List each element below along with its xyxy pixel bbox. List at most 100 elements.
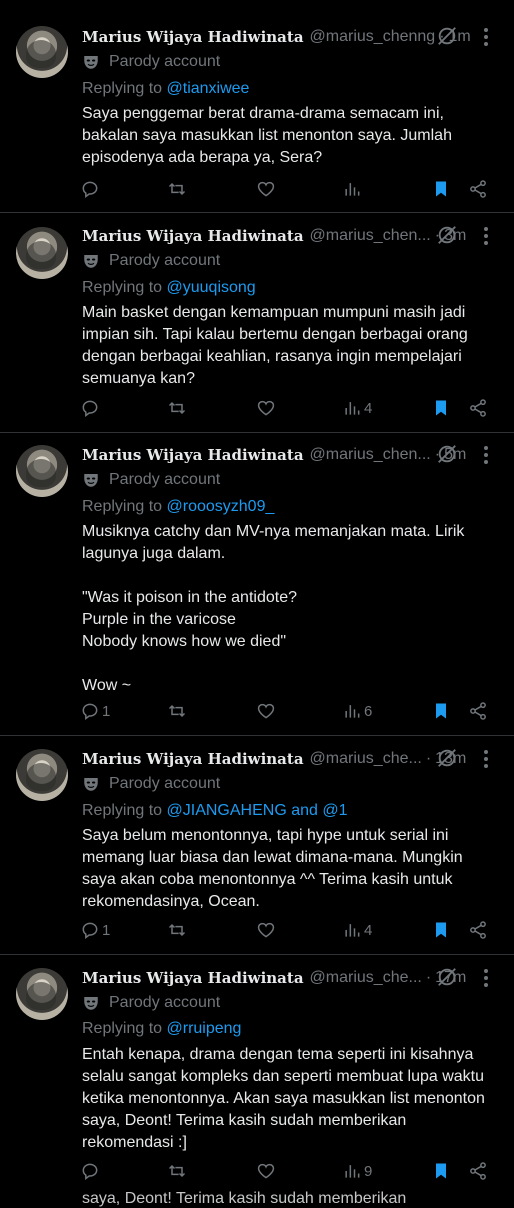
action-bar — [80, 177, 498, 201]
author-handle[interactable]: @marius_chenng — [310, 28, 436, 46]
share-button[interactable] — [468, 177, 488, 201]
tweet[interactable]: Marius Wijaya Hadiwinata @marius_che... … — [0, 736, 514, 955]
action-bar: 1 4 — [80, 918, 498, 942]
share-button[interactable] — [468, 1159, 488, 1183]
tweet[interactable]: Marius Wijaya Hadiwinata @marius_che... … — [0, 955, 514, 1200]
reply-button[interactable] — [80, 396, 102, 420]
grok-icon[interactable] — [436, 747, 458, 769]
share-button[interactable] — [468, 699, 488, 723]
retweet-button[interactable] — [167, 699, 187, 723]
author-name[interactable]: Marius Wijaya Hadiwinata — [82, 969, 304, 987]
tweet[interactable]: Marius Wijaya Hadiwinata @marius_chen...… — [0, 213, 514, 433]
views-icon — [345, 1165, 360, 1178]
reply-prefix: Replying to — [82, 1020, 163, 1037]
views-button[interactable]: 4 — [342, 918, 372, 942]
like-button[interactable] — [256, 699, 276, 723]
reply-target-link[interactable]: @rruipeng — [167, 1020, 242, 1037]
views-count: 4 — [364, 399, 373, 417]
action-bar: 9 — [80, 1159, 498, 1183]
author-handle[interactable]: @marius_chen... — [310, 227, 431, 245]
reply-button[interactable]: 1 — [80, 918, 110, 942]
bookmark-icon — [436, 400, 446, 416]
reply-context: Replying to @yuuqisong — [82, 276, 256, 300]
avatar[interactable] — [16, 227, 68, 279]
reply-icon — [82, 922, 98, 939]
bookmark-icon — [436, 922, 446, 938]
parody-label: Parody account — [82, 772, 220, 796]
like-icon — [257, 1163, 275, 1179]
like-icon — [257, 922, 275, 938]
author-handle[interactable]: @marius_che... — [310, 969, 422, 987]
reply-target-link[interactable]: @rooosyzh09_ — [167, 498, 275, 515]
share-icon — [470, 1162, 486, 1180]
separator-dot: · — [425, 969, 432, 986]
like-button[interactable] — [256, 396, 276, 420]
reply-button[interactable] — [80, 1159, 102, 1183]
reply-button[interactable] — [80, 177, 102, 201]
avatar[interactable] — [16, 968, 68, 1020]
grok-icon[interactable] — [436, 224, 458, 246]
views-button[interactable]: 4 — [342, 396, 372, 420]
author-handle[interactable]: @marius_che... — [310, 750, 422, 768]
author-name[interactable]: Marius Wijaya Hadiwinata — [82, 28, 304, 46]
bookmark-button[interactable] — [431, 396, 451, 420]
more-icon[interactable] — [476, 444, 496, 466]
parody-label: Parody account — [82, 50, 220, 74]
reply-context: Replying to @tianxiwee — [82, 77, 249, 101]
reply-target-link[interactable]: @yuuqisong — [167, 279, 256, 296]
author-name[interactable]: Marius Wijaya Hadiwinata — [82, 446, 304, 464]
reply-prefix: Replying to — [82, 80, 163, 97]
avatar[interactable] — [16, 749, 68, 801]
bookmark-icon — [436, 703, 446, 719]
parody-mask-icon — [84, 474, 98, 487]
retweet-button[interactable] — [167, 1159, 187, 1183]
tweet[interactable]: Marius Wijaya Hadiwinata @marius_chen...… — [0, 433, 514, 736]
author-name[interactable]: Marius Wijaya Hadiwinata — [82, 750, 304, 768]
reply-count: 1 — [102, 702, 111, 720]
bookmark-button[interactable] — [431, 177, 451, 201]
more-icon[interactable] — [476, 26, 496, 48]
views-count: 6 — [364, 702, 373, 720]
share-button[interactable] — [468, 918, 488, 942]
views-button[interactable] — [342, 177, 364, 201]
like-icon — [257, 181, 275, 197]
like-icon — [257, 400, 275, 416]
grok-icon[interactable] — [436, 25, 458, 47]
views-button[interactable]: 6 — [342, 699, 372, 723]
reply-button[interactable]: 1 — [80, 699, 110, 723]
retweet-button[interactable] — [167, 177, 187, 201]
more-icon[interactable] — [476, 748, 496, 770]
like-button[interactable] — [256, 1159, 276, 1183]
bookmark-button[interactable] — [431, 1159, 451, 1183]
parody-label: Parody account — [82, 991, 220, 1015]
reply-target-link[interactable]: @JIANGAHENG and @1 — [167, 802, 348, 819]
parody-text: Parody account — [109, 53, 221, 70]
bookmark-button[interactable] — [431, 918, 451, 942]
parody-text: Parody account — [109, 994, 221, 1011]
more-icon[interactable] — [476, 225, 496, 247]
reply-icon — [82, 400, 98, 417]
author-name[interactable]: Marius Wijaya Hadiwinata — [82, 227, 304, 245]
avatar[interactable] — [16, 26, 68, 78]
grok-icon[interactable] — [436, 966, 458, 988]
retweet-button[interactable] — [167, 396, 187, 420]
avatar[interactable] — [16, 445, 68, 497]
like-button[interactable] — [256, 177, 276, 201]
grok-icon[interactable] — [436, 443, 458, 465]
more-icon[interactable] — [476, 967, 496, 989]
bookmark-button[interactable] — [431, 699, 451, 723]
bookmark-icon — [436, 181, 446, 197]
like-icon — [257, 703, 275, 719]
views-button[interactable]: 9 — [342, 1159, 372, 1183]
reply-target-link[interactable]: @tianxiwee — [167, 80, 250, 97]
like-button[interactable] — [256, 918, 276, 942]
share-button[interactable] — [468, 396, 488, 420]
bookmark-icon — [436, 1163, 446, 1179]
author-handle[interactable]: @marius_chen... — [310, 446, 431, 464]
parody-mask-icon — [84, 255, 98, 268]
tweet-text: Main basket dengan kemampuan mumpuni mas… — [82, 304, 468, 387]
views-icon — [345, 402, 360, 415]
share-icon — [470, 399, 486, 417]
retweet-button[interactable] — [167, 918, 187, 942]
tweet[interactable]: Marius Wijaya Hadiwinata @marius_chenng … — [0, 0, 514, 213]
